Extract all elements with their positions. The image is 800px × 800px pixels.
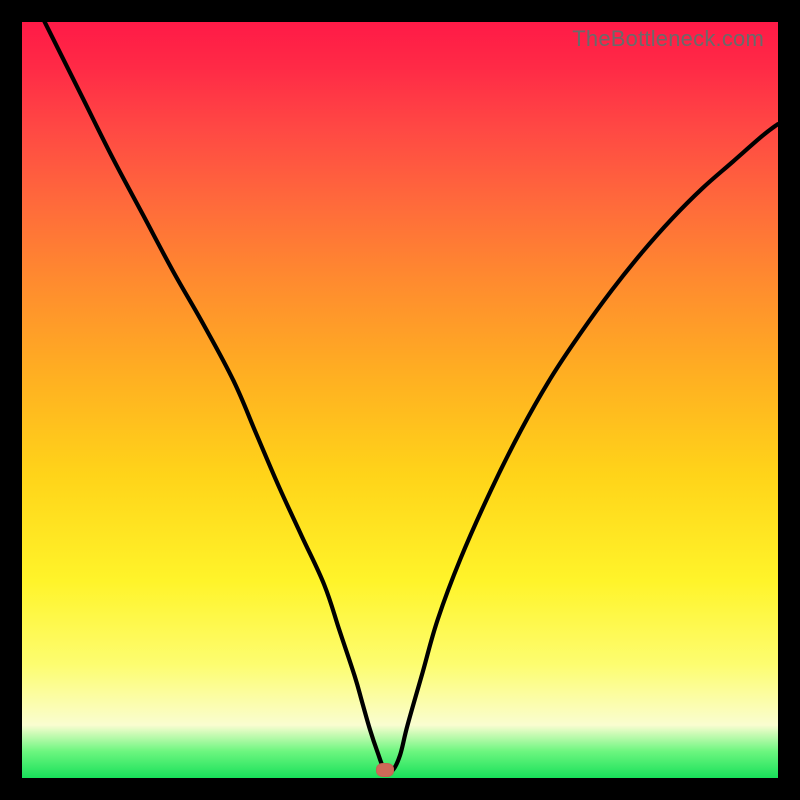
- plot-area: TheBottleneck.com: [22, 22, 778, 778]
- minimum-marker: [376, 763, 394, 777]
- chart-frame: TheBottleneck.com: [0, 0, 800, 800]
- bottleneck-curve: [22, 22, 778, 778]
